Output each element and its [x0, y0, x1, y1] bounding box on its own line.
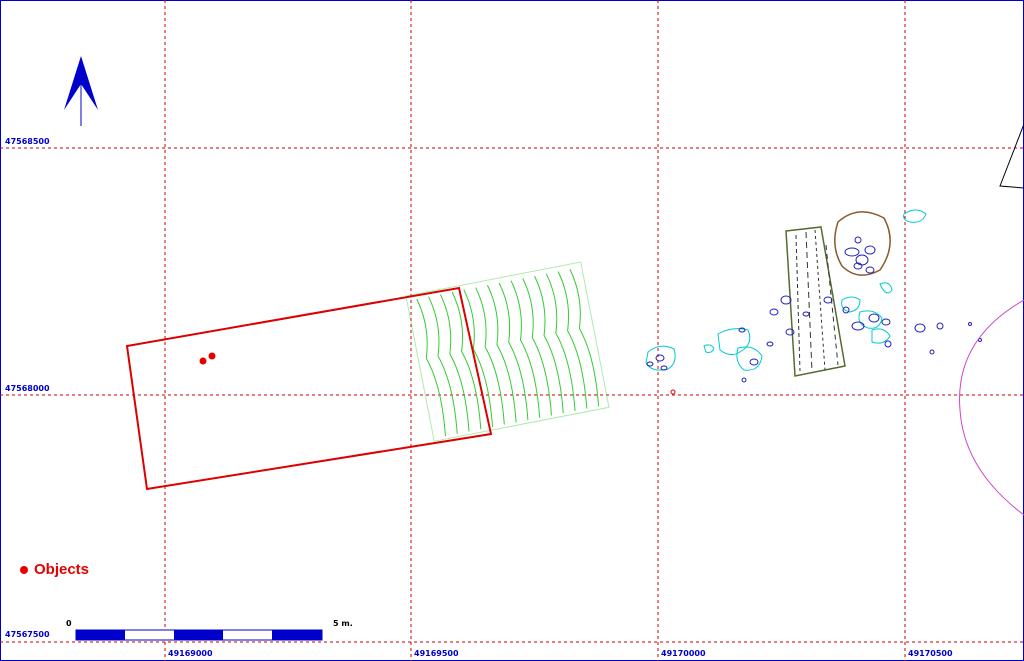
grid-y-label: 47567500 — [5, 630, 50, 639]
grid-x-label: 49169500 — [414, 649, 459, 658]
corner-outline — [999, 123, 1024, 189]
grid-lines — [0, 0, 1024, 661]
north-arrow-icon — [64, 56, 98, 126]
grid-x-label: 49170500 — [908, 649, 953, 658]
pit-stones — [844, 236, 876, 270]
object-point — [208, 352, 216, 360]
small-marker — [670, 389, 676, 395]
boundary-arc — [959, 299, 1024, 516]
legend-label: Objects — [34, 561, 90, 578]
object-point — [199, 357, 207, 365]
grid-x-label: 49170000 — [661, 649, 706, 658]
hatched-area — [405, 261, 610, 442]
grid-y-label: 47568500 — [5, 137, 50, 146]
scale-start-label: 0 — [66, 619, 72, 628]
grid-y-label: 47568000 — [5, 384, 50, 393]
object-legend-icon — [20, 565, 28, 574]
scale-bar — [75, 629, 323, 641]
dark-stones — [646, 266, 982, 383]
legend: Objects — [20, 561, 89, 578]
scale-end-label: 5 m. — [333, 619, 353, 628]
grid-x-label: 49169000 — [168, 649, 213, 658]
map-drawing — [0, 0, 1024, 661]
